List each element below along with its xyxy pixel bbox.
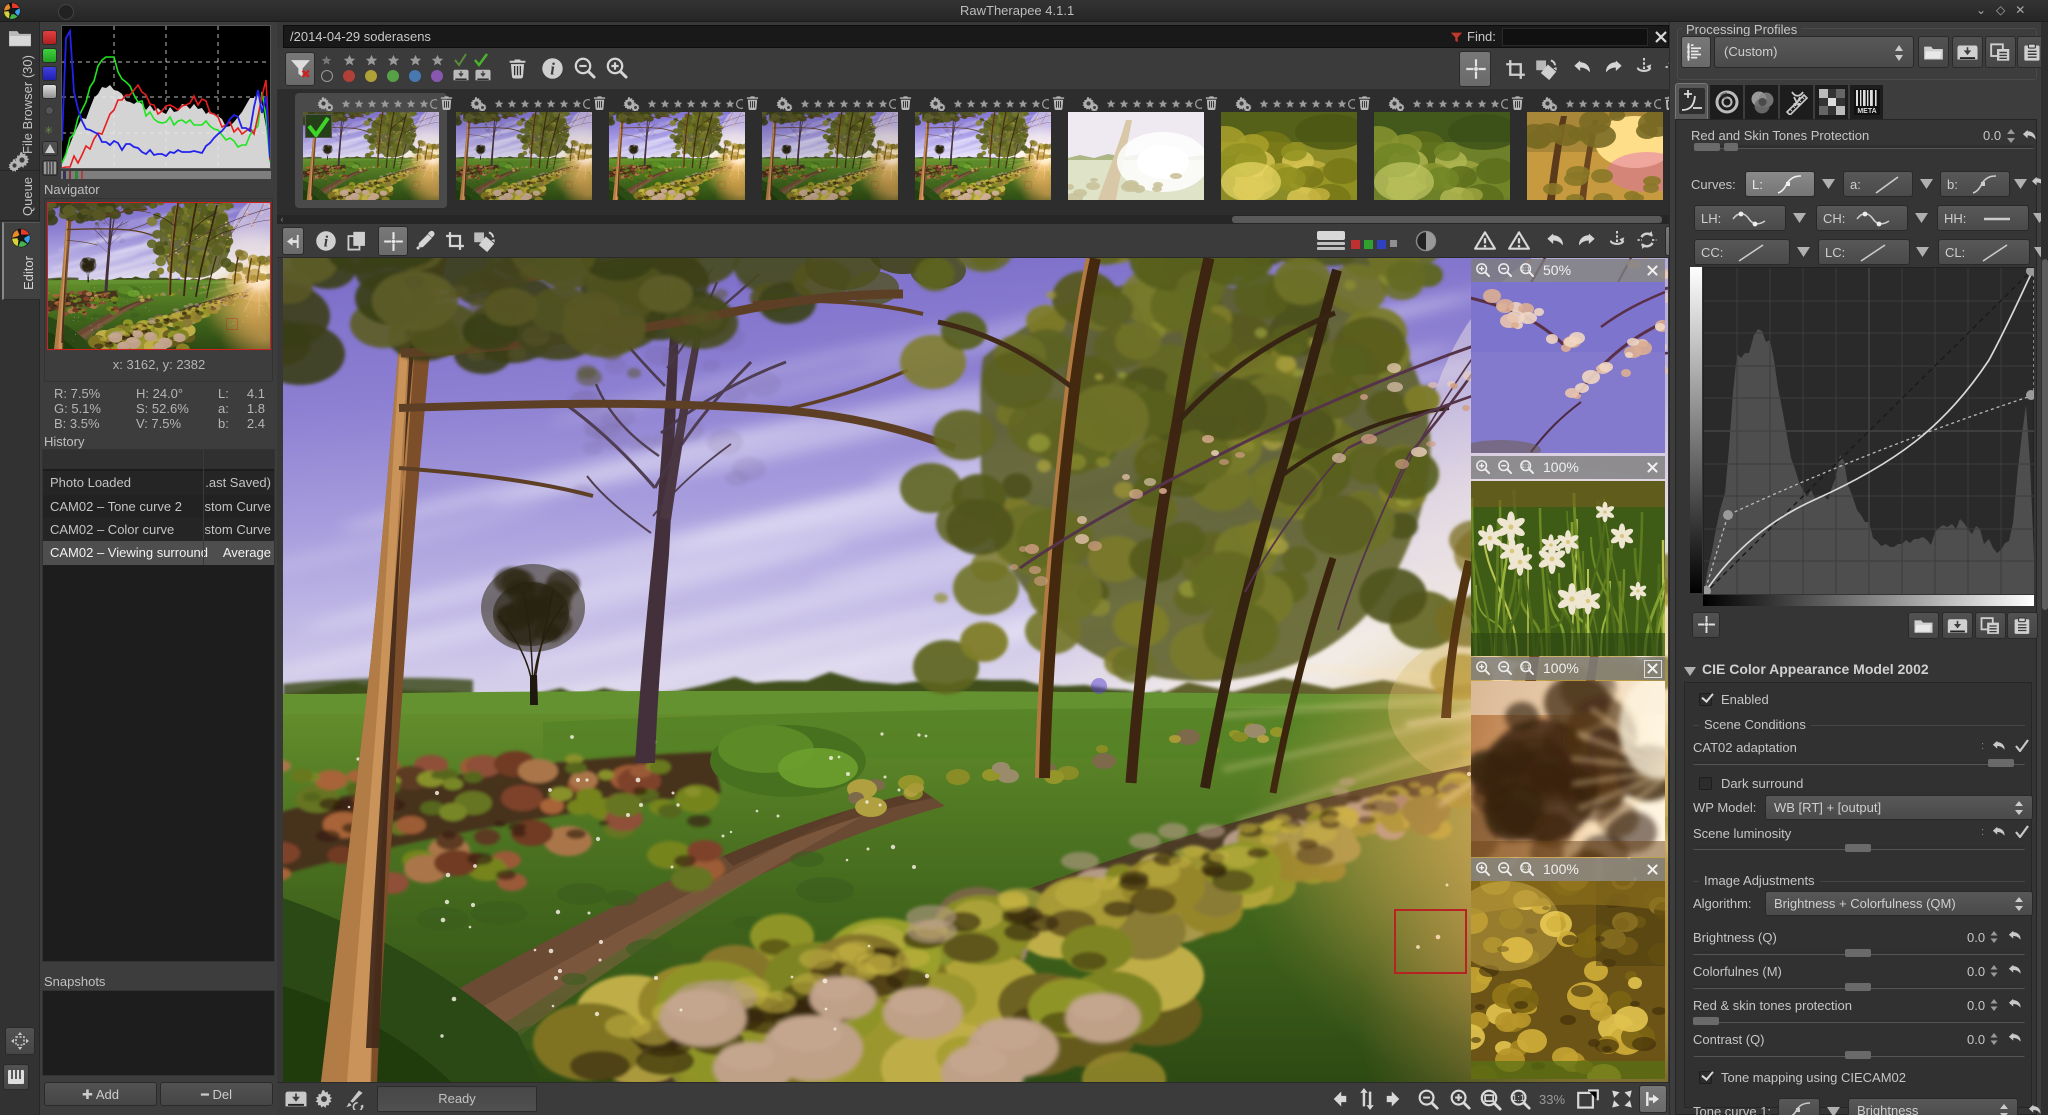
svg-text:META: META xyxy=(1857,108,1876,115)
